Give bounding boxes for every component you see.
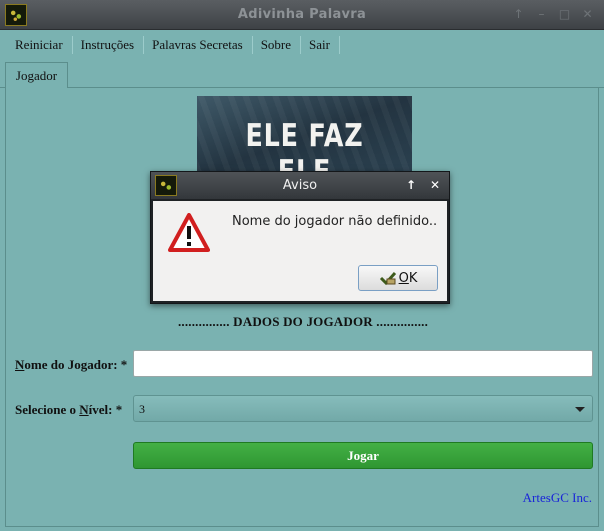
player-name-label: Nome do Jogador: * (15, 357, 127, 373)
menu-sobre[interactable]: Sobre (253, 36, 302, 54)
ok-check-icon (379, 271, 396, 286)
minimize-icon[interactable]: – (535, 6, 548, 22)
dropdown-arrow-icon (575, 407, 585, 412)
banner-line-1: ELE FAZ (245, 118, 364, 154)
menu-sair[interactable]: Sair (301, 36, 340, 54)
ok-button[interactable]: OK (358, 265, 438, 291)
warning-dialog: Aviso ↑ ✕ Nome do jogador não definido..… (150, 171, 450, 304)
level-label-text: ível: * (88, 402, 123, 417)
credit-link[interactable]: ArtesGC Inc. (523, 490, 592, 506)
ok-label-mnemonic: O (398, 270, 409, 286)
banner-image: ELE FAZ ELE DESFAZ (197, 96, 412, 176)
close-icon[interactable]: ✕ (581, 6, 594, 22)
keep-above-icon[interactable]: ↑ (512, 6, 525, 22)
menubar: Reiniciar Instruções Palavras Secretas S… (0, 30, 604, 60)
dialog-close-icon[interactable]: ✕ (427, 177, 443, 193)
play-button[interactable]: Jogar (133, 442, 593, 469)
tab-jogador[interactable]: Jogador (5, 62, 68, 89)
player-name-input[interactable] (133, 350, 593, 377)
window-titlebar[interactable]: Adivinha Palavra ↑ – □ ✕ (0, 0, 604, 30)
jogador-panel: ELE FAZ ELE DESFAZ ............... DADOS… (5, 88, 599, 527)
player-name-label-text: ome do Jogador: * (24, 357, 128, 372)
level-label-mnemonic: N (79, 402, 89, 417)
menu-instrucoes[interactable]: Instruções (73, 36, 145, 54)
dialog-message: Nome do jogador não definido.. (232, 214, 438, 229)
maximize-icon[interactable]: □ (558, 6, 571, 22)
level-select[interactable]: 3 (133, 395, 593, 422)
menu-reiniciar[interactable]: Reiniciar (7, 36, 73, 54)
tab-strip: Jogador (0, 60, 604, 89)
dialog-body: Nome do jogador não definido.. OK (153, 201, 447, 301)
player-name-label-mnemonic: N (15, 357, 25, 372)
level-label-prefix: Selecione o (15, 402, 80, 417)
menu-palavras-secretas[interactable]: Palavras Secretas (144, 36, 253, 54)
section-title: ............... DADOS DO JOGADOR .......… (177, 314, 429, 329)
warning-icon (168, 213, 210, 252)
dialog-titlebar[interactable]: Aviso ↑ ✕ (151, 172, 449, 199)
dialog-keep-above-icon[interactable]: ↑ (403, 177, 419, 193)
ok-label-text: K (408, 270, 418, 286)
level-label: Selecione o Nível: * (15, 402, 122, 418)
level-selected-value: 3 (139, 402, 145, 416)
